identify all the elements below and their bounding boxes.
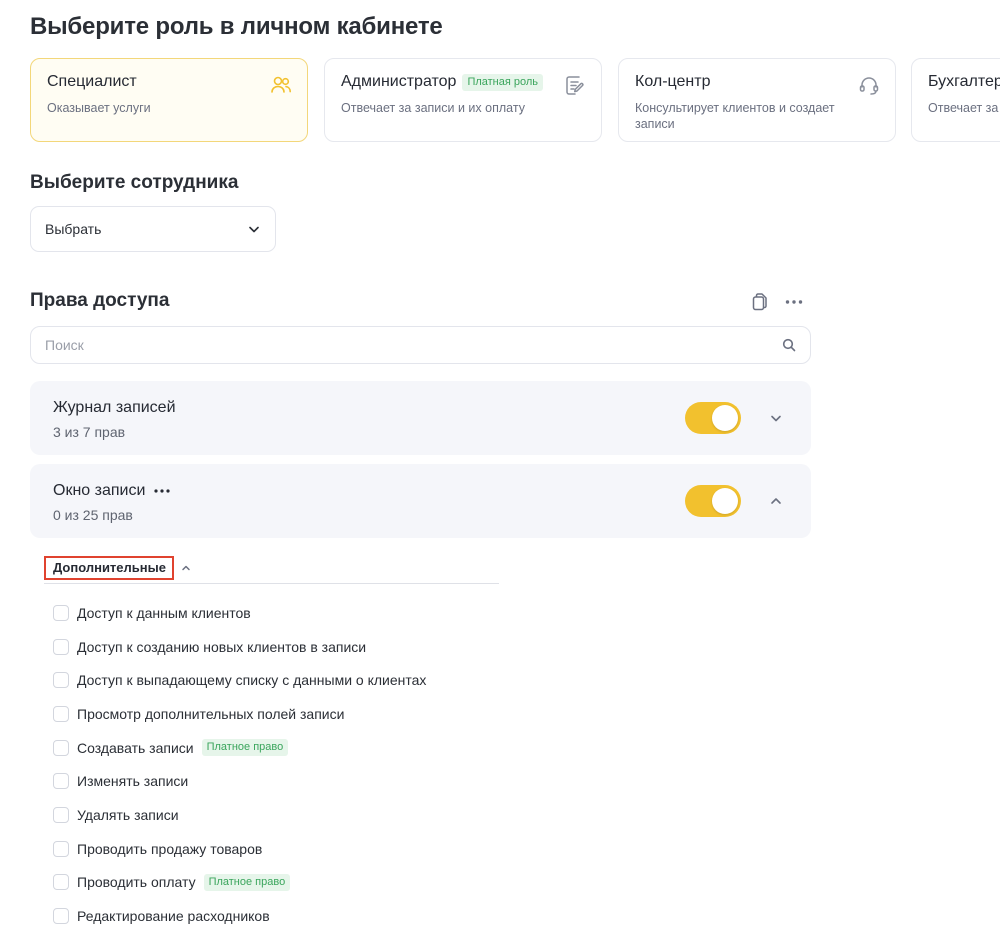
permission-checkbox[interactable] <box>53 705 69 722</box>
page-title: Выберите роль в личном кабинете <box>30 13 443 40</box>
permission-label: Редактирование расходников <box>77 908 270 925</box>
group-toggle[interactable] <box>685 485 741 517</box>
role-description: Оказывает услуги <box>47 101 151 115</box>
role-title: Специалист <box>47 73 137 90</box>
permission-label: Просмотр дополнительных полей записи <box>77 705 345 722</box>
role-cards: Специалист Оказывает услуги Администрато… <box>30 58 1000 142</box>
permission-item[interactable]: Просмотр дополнительных полей записи <box>53 697 426 731</box>
permission-label: Проводить оплату <box>77 874 196 891</box>
paid-right-badge: Платное право <box>201 739 289 757</box>
employee-select[interactable]: Выбрать <box>30 206 276 252</box>
group-count: 0 из 25 прав <box>53 507 133 523</box>
permission-item[interactable]: Проводить продажу товаров <box>53 832 426 866</box>
permission-group-journal[interactable]: Журнал записей 3 из 7 прав <box>30 381 811 455</box>
permission-item[interactable]: Доступ к созданию новых клиентов в запис… <box>53 630 426 664</box>
permission-label: Изменять записи <box>77 773 189 790</box>
toggle-knob <box>712 488 738 514</box>
permission-checkbox[interactable] <box>53 739 69 756</box>
permission-item[interactable]: Доступ к выпадающему списку с данными о … <box>53 663 426 697</box>
section-divider <box>44 583 499 584</box>
role-card-administrator[interactable]: Администратор Платная роль Отвечает за з… <box>324 58 602 142</box>
permission-checkbox[interactable] <box>53 908 69 925</box>
role-description: Отвечает за <box>928 101 999 115</box>
permission-item[interactable]: Создавать записи Платное право <box>53 731 426 765</box>
role-card-specialist[interactable]: Специалист Оказывает услуги <box>30 58 308 142</box>
permission-checkbox[interactable] <box>53 874 69 891</box>
group-title: Журнал записей <box>53 399 176 416</box>
permission-item[interactable]: Изменять записи <box>53 764 426 798</box>
role-title: Администратор <box>341 73 457 90</box>
section-label: Дополнительные <box>44 556 174 580</box>
users-icon <box>271 76 291 93</box>
permission-item[interactable]: Удалять записи <box>53 798 426 832</box>
copy-icon[interactable] <box>747 291 769 313</box>
more-icon[interactable] <box>783 291 805 313</box>
chevron-up-icon[interactable] <box>768 493 784 509</box>
paid-right-badge: Платное право <box>203 873 291 891</box>
permission-label: Доступ к созданию новых клиентов в запис… <box>77 638 367 655</box>
group-toggle[interactable] <box>685 402 741 434</box>
search-field[interactable] <box>30 326 811 364</box>
paid-role-badge: Платная роль <box>462 73 544 91</box>
search-input[interactable] <box>45 337 745 353</box>
permission-list: Доступ к данным клиентов Доступ к создан… <box>53 596 426 933</box>
permission-item[interactable]: Редактирование расходников <box>53 899 426 933</box>
access-heading: Права доступа <box>30 290 170 311</box>
section-header-additional[interactable]: Дополнительные <box>44 556 192 580</box>
group-count: 3 из 7 прав <box>53 424 126 440</box>
permission-label: Доступ к выпадающему списку с данными о … <box>77 672 427 689</box>
permission-checkbox[interactable] <box>53 638 69 655</box>
role-card-accountant[interactable]: Бухгалтер Отвечает за <box>911 58 1000 142</box>
headset-icon <box>859 77 879 95</box>
role-description: Консультирует клиентов и создает записи <box>635 101 835 131</box>
role-card-call-center[interactable]: Кол-центр Консультирует клиентов и созда… <box>618 58 896 142</box>
permission-checkbox[interactable] <box>53 806 69 823</box>
edit-document-icon <box>566 76 584 95</box>
employee-select-value: Выбрать <box>45 221 102 237</box>
permission-checkbox[interactable] <box>53 672 69 689</box>
toggle-knob <box>712 405 738 431</box>
permission-label: Удалять записи <box>77 806 179 823</box>
chevron-up-icon[interactable] <box>180 562 192 574</box>
permission-checkbox[interactable] <box>53 604 69 621</box>
permission-label: Создавать записи <box>77 739 194 756</box>
permission-item[interactable]: Проводить оплату Платное право <box>53 866 426 900</box>
role-title: Кол-центр <box>635 73 711 90</box>
permission-checkbox[interactable] <box>53 840 69 857</box>
more-icon[interactable] <box>153 487 171 495</box>
chevron-down-icon[interactable] <box>768 410 784 426</box>
permission-checkbox[interactable] <box>53 773 69 790</box>
permission-item[interactable]: Доступ к данным клиентов <box>53 596 426 630</box>
role-title: Бухгалтер <box>928 73 1000 90</box>
role-description: Отвечает за записи и их оплату <box>341 101 525 115</box>
permission-group-booking-window[interactable]: Окно записи 0 из 25 прав <box>30 464 811 538</box>
permission-label: Доступ к данным клиентов <box>77 604 251 621</box>
search-icon <box>782 338 796 352</box>
chevron-down-icon <box>249 226 259 233</box>
group-title: Окно записи <box>53 482 146 499</box>
permission-label: Проводить продажу товаров <box>77 840 263 857</box>
employee-heading: Выберите сотрудника <box>30 172 239 193</box>
